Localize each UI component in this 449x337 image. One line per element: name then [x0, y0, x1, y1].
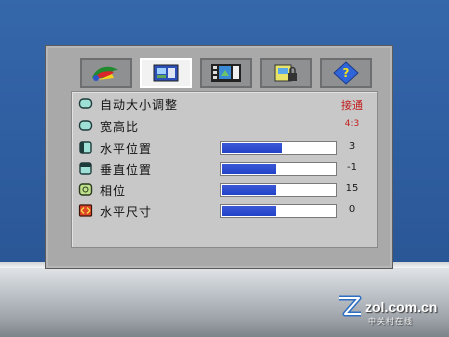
- row-label: 水平尺寸: [100, 205, 153, 219]
- row-label: 垂直位置: [100, 163, 153, 177]
- slider-fill: [222, 164, 277, 174]
- v-position-slider[interactable]: [220, 162, 337, 176]
- row-auto-adjust[interactable]: 自动大小调整 接通: [72, 94, 377, 115]
- tab-image[interactable]: [140, 58, 192, 88]
- row-aspect-ratio[interactable]: 宽高比 4:3: [72, 116, 377, 137]
- horizontal-position-icon: [79, 141, 92, 154]
- color-palette-icon: [92, 66, 118, 81]
- slider-fill: [222, 185, 277, 195]
- h-size-slider[interactable]: [220, 204, 337, 218]
- tab-video[interactable]: [200, 58, 252, 88]
- row-value: 接通: [341, 99, 363, 112]
- svg-text:?: ?: [343, 66, 350, 80]
- row-value: -1: [347, 162, 357, 173]
- row-label: 相位: [100, 184, 127, 198]
- row-value: 0: [348, 204, 356, 215]
- phase-slider[interactable]: [220, 183, 337, 197]
- help-icon: ?: [333, 61, 359, 85]
- phase-icon: [78, 183, 93, 196]
- osd-tab-bar: ?: [80, 58, 372, 90]
- row-label: 水平位置: [100, 142, 153, 156]
- tab-setup[interactable]: [260, 58, 312, 88]
- watermark-text: zol.com.cn: [365, 299, 438, 315]
- zol-logo-icon: [339, 295, 362, 317]
- row-value: 15: [345, 183, 359, 194]
- image-settings-icon: [153, 64, 179, 82]
- horizontal-size-icon: [78, 204, 93, 217]
- slider-fill: [222, 143, 283, 153]
- row-v-position[interactable]: 垂直位置 -1: [72, 159, 377, 180]
- row-label: 宽高比: [100, 120, 140, 134]
- vertical-position-icon: [79, 162, 92, 175]
- h-position-slider[interactable]: [220, 141, 337, 155]
- row-h-size[interactable]: 水平尺寸 0: [72, 201, 377, 222]
- row-value: 4:3: [344, 119, 360, 129]
- video-adjust-icon: [211, 64, 241, 82]
- osd-menu: ? 自动大小调整 接通 宽高比 4:3 水平位置 3 垂直位置 -1 相位 15…: [45, 45, 393, 269]
- setup-lock-icon: [274, 64, 297, 82]
- slider-fill: [222, 206, 277, 216]
- watermark-subtext: 中关村在线: [368, 317, 413, 326]
- row-value: 3: [348, 141, 356, 152]
- tab-color[interactable]: [80, 58, 132, 88]
- settings-panel: 自动大小调整 接通 宽高比 4:3 水平位置 3 垂直位置 -1 相位 15 水…: [71, 91, 378, 248]
- row-h-position[interactable]: 水平位置 3: [72, 138, 377, 159]
- rounded-rect-icon: [78, 98, 93, 109]
- rounded-rect-icon: [78, 120, 93, 131]
- row-label: 自动大小调整: [100, 98, 179, 112]
- row-phase[interactable]: 相位 15: [72, 180, 377, 201]
- tab-help[interactable]: ?: [320, 58, 372, 88]
- watermark: zol.com.cn 中关村在线: [335, 290, 445, 330]
